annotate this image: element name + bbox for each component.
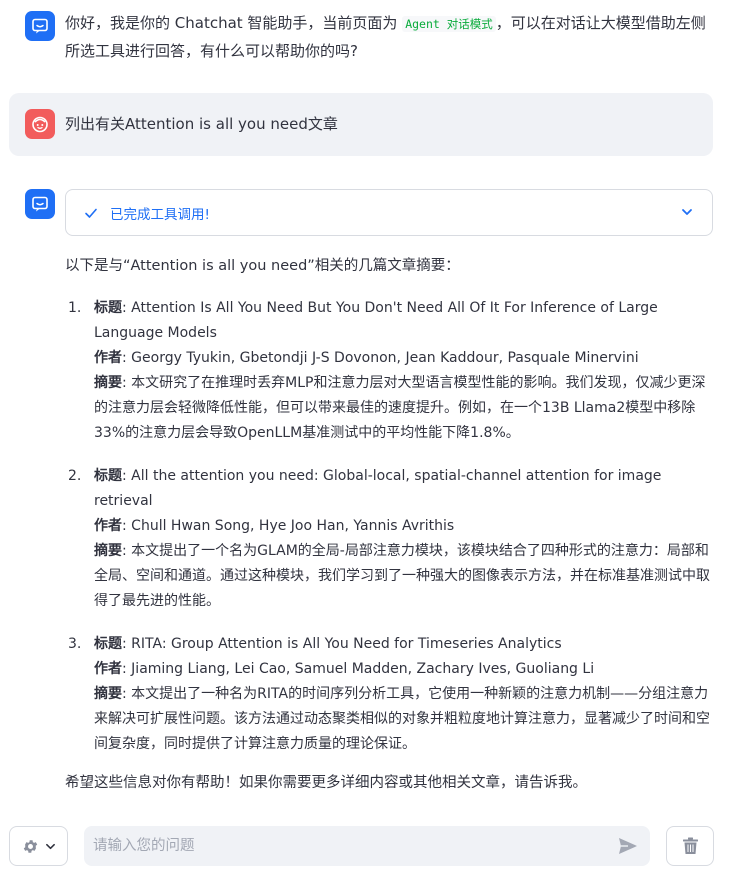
paper-title-row: 标题: All the attention you need: Global-l… [94, 468, 662, 509]
paper-authors: Georgy Tyukin, Gbetondji J-S Dovonon, Je… [131, 350, 639, 366]
paper-title: Attention Is All You Need But You Don't … [94, 300, 658, 341]
welcome-text: 你好，我是你的 Chatchat 智能助手，当前页面为 Agent 对话模式 ，可… [65, 10, 720, 65]
title-label: 标题 [94, 468, 122, 484]
paper-authors-row: 作者: Georgy Tyukin, Gbetondji J-S Dovonon… [94, 350, 639, 366]
paper-summary-row: 摘要: 本文提出了一种名为RITA的时间序列分析工具，它使用一种新颖的注意力机制… [94, 686, 710, 752]
paper-authors: Chull Hwan Song, Hye Joo Han, Yannis Avr… [131, 518, 455, 534]
paper-authors-row: 作者: Chull Hwan Song, Hye Joo Han, Yannis… [94, 518, 455, 534]
paper-authors-row: 作者: Jiaming Liang, Lei Cao, Samuel Madde… [94, 661, 595, 677]
assistant-answer-message: 已完成工具调用! 以下是与“Attention is all you need”… [0, 183, 736, 791]
authors-label: 作者 [94, 350, 122, 366]
trash-icon [682, 837, 698, 854]
title-label: 标题 [94, 636, 122, 652]
gear-icon [23, 839, 37, 853]
authors-label: 作者 [94, 518, 122, 534]
paper-summary-row: 摘要: 本文提出了一个名为GLAM的全局-局部注意力模块，该模块结合了四种形式的… [94, 543, 710, 609]
paper-item: 1. 标题: Attention Is All You Need But You… [65, 296, 715, 446]
send-button[interactable] [617, 836, 639, 856]
paper-summary: 本文提出了一个名为GLAM的全局-局部注意力模块，该模块结合了四种形式的注意力：… [94, 543, 710, 609]
paper-title-row: 标题: Attention Is All You Need But You Do… [94, 300, 658, 341]
summary-label: 摘要 [94, 375, 122, 391]
chat-input[interactable] [84, 826, 650, 866]
settings-button[interactable] [9, 826, 68, 866]
send-icon [619, 838, 637, 854]
answer-body: 以下是与“Attention is all you need”相关的几篇文章摘要… [65, 254, 715, 796]
assistant-avatar [25, 11, 55, 41]
user-face-icon [32, 116, 48, 133]
paper-authors: Jiaming Liang, Lei Cao, Samuel Madden, Z… [131, 661, 595, 677]
paper-title-row: 标题: RITA: Group Attention is All You Nee… [94, 636, 562, 652]
title-label: 标题 [94, 300, 122, 316]
user-avatar [25, 109, 55, 139]
mode-code: Agent 对话模式 [402, 16, 496, 32]
tool-status-label: 已完成工具调用! [110, 206, 210, 223]
tool-call-expander[interactable]: 已完成工具调用! [65, 189, 713, 236]
summary-label: 摘要 [94, 543, 122, 559]
paper-number: 1. [68, 300, 82, 316]
user-message: 列出有关Attention is all you need文章 [9, 93, 713, 156]
chat-input-bar [0, 826, 736, 868]
paper-number: 3. [68, 636, 82, 652]
answer-closing: 希望这些信息对你有帮助！如果你需要更多详细内容或其他相关文章，请告诉我。 [65, 775, 587, 791]
check-icon [84, 205, 100, 221]
chevron-down-icon [45, 843, 55, 849]
answer-intro: 以下是与“Attention is all you need”相关的几篇文章摘要… [65, 258, 460, 274]
user-message-text: 列出有关Attention is all you need文章 [65, 115, 338, 133]
assistant-welcome-message: 你好，我是你的 Chatchat 智能助手，当前页面为 Agent 对话模式 ，可… [0, 0, 736, 80]
paper-number: 2. [68, 468, 82, 484]
authors-label: 作者 [94, 661, 122, 677]
chat-bot-icon [32, 18, 48, 34]
paper-title: All the attention you need: Global-local… [94, 468, 662, 509]
clear-history-button[interactable] [666, 826, 714, 866]
paper-item: 2. 标题: All the attention you need: Globa… [65, 464, 715, 614]
chat-bot-icon [32, 196, 48, 212]
welcome-prefix: 你好，我是你的 Chatchat 智能助手，当前页面为 [65, 14, 403, 32]
paper-title: RITA: Group Attention is All You Need fo… [131, 636, 562, 652]
paper-summary: 本文提出了一种名为RITA的时间序列分析工具，它使用一种新颖的注意力机制——分组… [94, 686, 710, 752]
paper-list: 1. 标题: Attention Is All You Need But You… [65, 296, 715, 757]
paper-item: 3. 标题: RITA: Group Attention is All You … [65, 632, 715, 757]
assistant-avatar [25, 189, 55, 219]
summary-label: 摘要 [94, 686, 122, 702]
paper-summary: 本文研究了在推理时丢弃MLP和注意力层对大型语言模型性能的影响。我们发现，仅减少… [94, 375, 706, 441]
chevron-down-icon[interactable] [680, 205, 694, 223]
paper-summary-row: 摘要: 本文研究了在推理时丢弃MLP和注意力层对大型语言模型性能的影响。我们发现… [94, 375, 706, 441]
